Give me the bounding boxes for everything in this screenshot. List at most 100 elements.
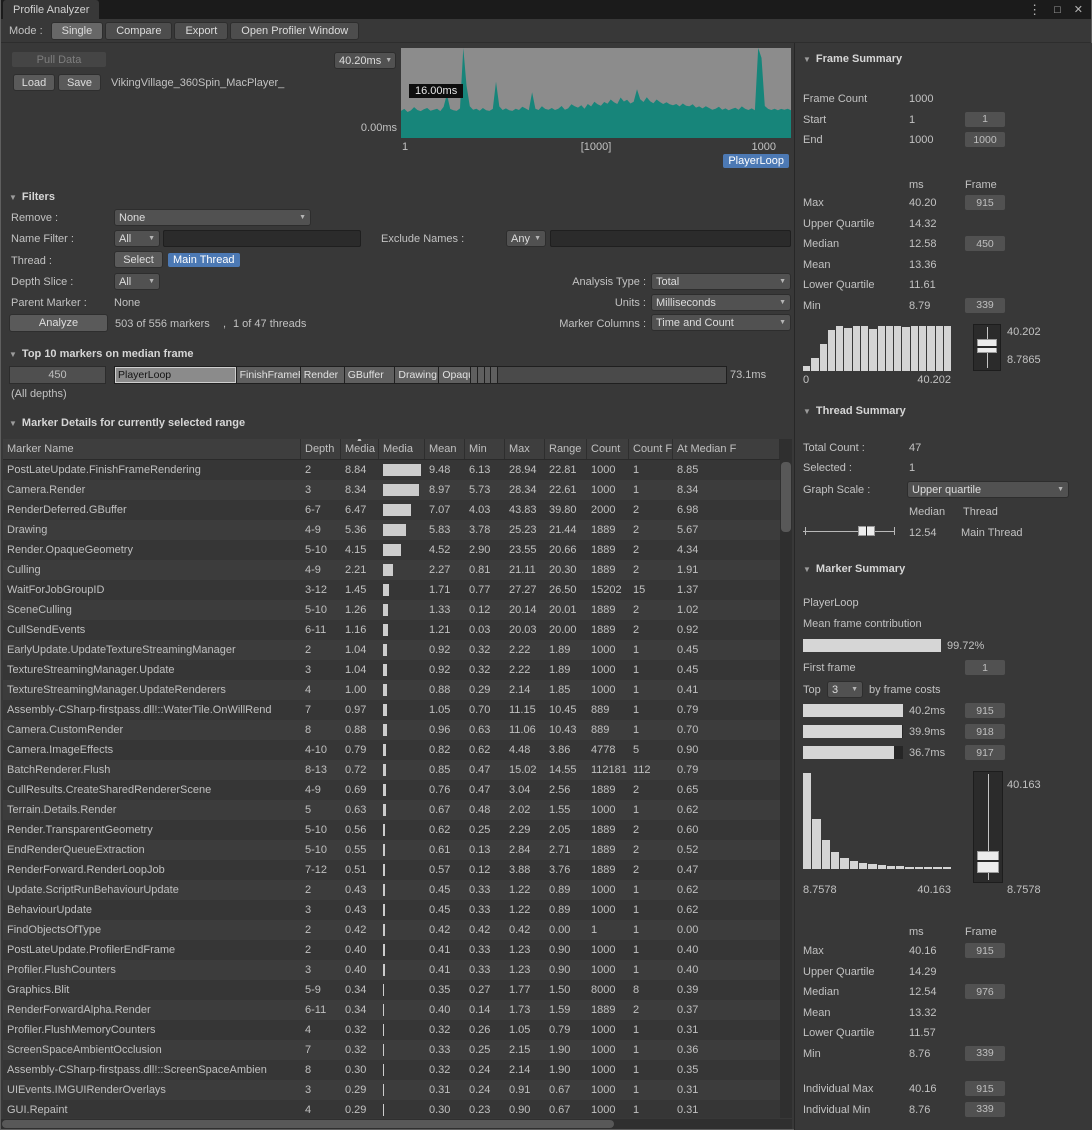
column-header[interactable]: At Median F	[673, 439, 780, 459]
frame-number-box[interactable]: 915	[965, 943, 1005, 958]
table-row[interactable]: RenderForwardAlpha.Render6-110.340.400.1…	[3, 1000, 780, 1020]
top10-section-header[interactable]: ▼Top 10 markers on median frame	[9, 348, 194, 360]
table-row[interactable]: Assembly-CSharp-firstpass.dll!::WaterTil…	[3, 700, 780, 720]
table-row[interactable]: FindObjectsOfType20.420.420.420.420.0011…	[3, 920, 780, 940]
marker-columns-dropdown[interactable]: Time and Count ▼	[651, 314, 791, 331]
table-row[interactable]: BehaviourUpdate30.430.450.331.220.891000…	[3, 900, 780, 920]
first-frame-box[interactable]: 1	[965, 660, 1005, 675]
maximize-icon[interactable]: □	[1054, 4, 1061, 16]
vertical-scrollbar[interactable]	[780, 439, 792, 1118]
thread-selected-chip[interactable]: Main Thread	[168, 253, 240, 267]
top10-segment[interactable]	[485, 367, 492, 383]
table-row[interactable]: Culling4-92.212.270.8121.1120.30188921.9…	[3, 560, 780, 580]
table-row[interactable]: PostLateUpdate.ProfilerEndFrame20.400.41…	[3, 940, 780, 960]
table-row[interactable]: Graphics.Blit5-90.340.350.271.771.508000…	[3, 980, 780, 1000]
table-row[interactable]: TextureStreamingManager.Update31.040.920…	[3, 660, 780, 680]
exclude-names-input[interactable]	[550, 230, 791, 247]
analyze-button[interactable]: Analyze	[9, 314, 108, 332]
table-row[interactable]: Render.TransparentGeometry5-100.560.620.…	[3, 820, 780, 840]
save-button[interactable]: Save	[58, 74, 101, 91]
frame-summary-header[interactable]: ▼Frame Summary	[803, 53, 902, 65]
table-row[interactable]: BatchRenderer.Flush8-130.720.850.4715.02…	[3, 760, 780, 780]
frame-number-box[interactable]: 915	[965, 703, 1005, 718]
frame-time-histogram[interactable]	[803, 326, 951, 371]
table-row[interactable]: TextureStreamingManager.UpdateRenderers4…	[3, 680, 780, 700]
frame-time-boxplot[interactable]	[973, 324, 1001, 371]
column-header[interactable]: Depth	[301, 439, 341, 459]
filters-section-header[interactable]: ▼Filters	[9, 191, 55, 203]
column-header[interactable]: Mean	[425, 439, 465, 459]
column-header[interactable]: Count	[587, 439, 629, 459]
table-row[interactable]: CullSendEvents6-111.161.210.0320.0320.00…	[3, 620, 780, 640]
column-header[interactable]: Marker Name	[3, 439, 301, 459]
table-row[interactable]: Terrain.Details.Render50.630.670.482.021…	[3, 800, 780, 820]
top10-segment[interactable]	[478, 367, 485, 383]
marker-summary-header[interactable]: ▼Marker Summary	[803, 563, 905, 575]
table-row[interactable]: ScreenSpaceAmbientOcclusion70.320.330.25…	[3, 1040, 780, 1060]
table-row[interactable]: WaitForJobGroupID3-121.451.710.7727.2726…	[3, 580, 780, 600]
column-header[interactable]: Range	[545, 439, 587, 459]
table-row[interactable]: Camera.Render38.348.975.7328.3422.611000…	[3, 480, 780, 500]
top10-marker-bar[interactable]: PlayerLoopFinishFrameRRenderGBufferDrawi…	[114, 366, 727, 384]
menu-icon[interactable]: ⋮	[1028, 2, 1041, 18]
table-row[interactable]: RenderForward.RenderLoopJob7-120.510.570…	[3, 860, 780, 880]
close-icon[interactable]: ✕	[1074, 3, 1083, 16]
column-header[interactable]: Media	[379, 439, 425, 459]
top10-segment-drawing[interactable]: Drawing	[395, 367, 439, 383]
table-row[interactable]: Assembly-CSharp-firstpass.dll!::ScreenSp…	[3, 1060, 780, 1080]
frame-number-box[interactable]: 339	[965, 298, 1005, 313]
mode-button-export[interactable]: Export	[174, 22, 228, 40]
table-row[interactable]: Update.ScriptRunBehaviourUpdate20.430.45…	[3, 880, 780, 900]
thread-summary-header[interactable]: ▼Thread Summary	[803, 405, 906, 417]
marker-time-histogram[interactable]	[803, 773, 951, 869]
table-row[interactable]: Camera.CustomRender80.880.960.6311.0610.…	[3, 720, 780, 740]
mode-button-open-profiler-window[interactable]: Open Profiler Window	[230, 22, 359, 40]
frame-time-chart[interactable]: 16.00ms	[401, 48, 791, 138]
table-row[interactable]: CullResults.CreateSharedRendererScene4-9…	[3, 780, 780, 800]
chart-scale-dropdown[interactable]: 40.20ms ▼	[334, 52, 396, 69]
units-dropdown[interactable]: Milliseconds ▼	[651, 294, 791, 311]
table-row[interactable]: Profiler.FlushCounters30.400.410.331.230…	[3, 960, 780, 980]
table-row[interactable]: Camera.ImageEffects4-100.790.820.624.483…	[3, 740, 780, 760]
tab-profile-analyzer[interactable]: Profile Analyzer	[3, 0, 99, 19]
scrollbar-thumb[interactable]	[2, 1120, 614, 1128]
table-row[interactable]: Render.OpaqueGeometry5-104.154.522.9023.…	[3, 540, 780, 560]
top-n-dropdown[interactable]: 3 ▼	[827, 681, 863, 698]
frame-number-box[interactable]: 976	[965, 984, 1005, 999]
mode-button-single[interactable]: Single	[51, 22, 104, 40]
graph-scale-dropdown[interactable]: Upper quartile ▼	[907, 481, 1069, 498]
table-row[interactable]: EarlyUpdate.UpdateTextureStreamingManage…	[3, 640, 780, 660]
top10-segment-finishframer[interactable]: FinishFrameR	[237, 367, 301, 383]
column-header[interactable]: Media▲	[341, 439, 379, 459]
table-row[interactable]: SceneCulling5-101.261.330.1220.1420.0118…	[3, 600, 780, 620]
exclude-mode-dropdown[interactable]: Any ▼	[506, 230, 546, 247]
top10-segment-gbuffer[interactable]: GBuffer	[345, 367, 396, 383]
horizontal-scrollbar[interactable]	[1, 1119, 792, 1129]
frame-number-box[interactable]: 339	[965, 1046, 1005, 1061]
table-row[interactable]: Drawing4-95.365.833.7825.2321.44188925.6…	[3, 520, 780, 540]
depth-slice-dropdown[interactable]: All ▼	[114, 273, 160, 290]
top10-segment[interactable]	[491, 367, 498, 383]
mode-button-compare[interactable]: Compare	[105, 22, 172, 40]
selected-marker-chip[interactable]: PlayerLoop	[723, 154, 789, 168]
table-row[interactable]: PostLateUpdate.FinishFrameRendering28.84…	[3, 460, 780, 480]
name-filter-mode-dropdown[interactable]: All ▼	[114, 230, 160, 247]
thread-whisker-plot[interactable]	[803, 524, 895, 538]
marker-details-section-header[interactable]: ▼Marker Details for currently selected r…	[9, 417, 245, 429]
median-frame-box[interactable]: 450	[9, 366, 106, 384]
load-button[interactable]: Load	[13, 74, 55, 91]
frame-number-box[interactable]: 1000	[965, 132, 1005, 147]
name-filter-input[interactable]	[163, 230, 361, 247]
frame-number-box[interactable]: 917	[965, 745, 1005, 760]
top10-segment[interactable]	[471, 367, 478, 383]
frame-number-box[interactable]: 450	[965, 236, 1005, 251]
remove-dropdown[interactable]: None ▼	[114, 209, 311, 226]
table-row[interactable]: UIEvents.IMGUIRenderOverlays30.290.310.2…	[3, 1080, 780, 1100]
frame-number-box[interactable]: 918	[965, 724, 1005, 739]
frame-number-box[interactable]: 339	[965, 1102, 1005, 1117]
column-header[interactable]: Max	[505, 439, 545, 459]
scrollbar-thumb[interactable]	[781, 462, 791, 532]
table-row[interactable]: GUI.Repaint40.290.300.230.900.67100010.3…	[3, 1100, 780, 1118]
top10-segment-render[interactable]: Render	[301, 367, 345, 383]
thread-select-button[interactable]: Select	[114, 251, 163, 268]
